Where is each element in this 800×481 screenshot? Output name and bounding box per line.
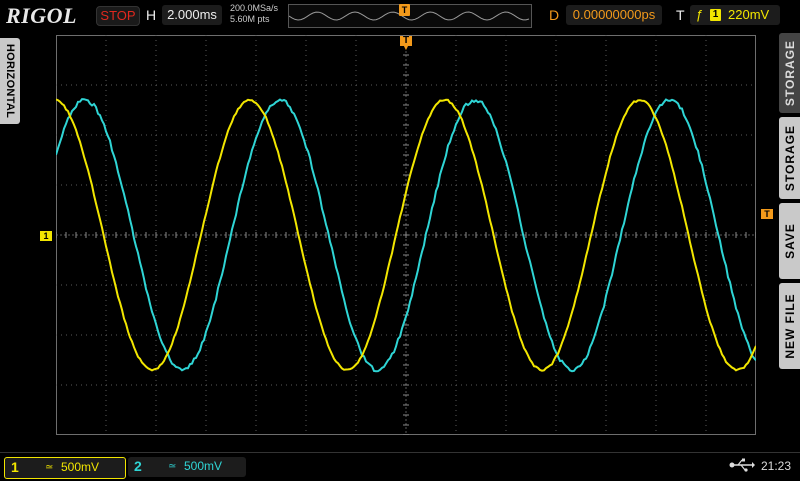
ch1-coupling-icon: ≃ — [45, 462, 53, 473]
brand-logo: RIGOL — [6, 3, 77, 29]
ch1-settings[interactable]: 1 ≃ 500mV — [4, 457, 126, 479]
run-stop-status[interactable]: STOP — [96, 6, 140, 26]
timebase-value[interactable]: 2.000ms — [162, 5, 222, 25]
trigger-settings[interactable]: ƒ 1 220mV — [690, 5, 780, 25]
ch2-scale: 500mV — [184, 459, 222, 473]
memory-depth: 5.60M pts — [230, 14, 278, 25]
menu-storage-1-label: STORAGE — [783, 40, 797, 106]
ch1-number: 1 — [11, 459, 19, 475]
menu-new-file[interactable]: NEW FILE — [779, 283, 800, 369]
clock: 21:23 — [761, 459, 791, 473]
top-status-bar: RIGOL STOP H 2.000ms 200.0MSa/s 5.60M pt… — [0, 0, 800, 32]
horizontal-label: H — [146, 7, 156, 23]
rising-edge-icon: ƒ — [696, 7, 706, 23]
menu-storage-2-label: STORAGE — [783, 125, 797, 191]
menu-storage-2[interactable]: STORAGE — [779, 117, 800, 199]
delay-value[interactable]: 0.00000000ps — [566, 5, 662, 25]
ch1-ground-marker[interactable]: 1 — [40, 231, 52, 241]
bottom-status-bar: 1 ≃ 500mV 2 ≃ 500mV — [0, 452, 800, 481]
ch2-settings[interactable]: 2 ≃ 500mV — [128, 457, 246, 477]
ch1-scale: 500mV — [61, 460, 99, 474]
sample-info: 200.0MSa/s 5.60M pts — [230, 3, 278, 25]
trigger-label: T — [676, 7, 685, 23]
usb-icon — [729, 458, 757, 472]
memory-overview — [288, 4, 532, 28]
delay-label: D — [549, 7, 559, 23]
horizontal-tab-label: HORIZONTAL — [4, 44, 16, 118]
trigger-position-badge: T — [399, 4, 410, 16]
menu-save-label: SAVE — [783, 223, 797, 259]
menu-new-file-label: NEW FILE — [783, 293, 797, 358]
waveform-display[interactable] — [56, 35, 756, 435]
horizontal-tab[interactable]: HORIZONTAL — [0, 38, 20, 124]
trigger-source-badge: 1 — [710, 9, 721, 21]
menu-save[interactable]: SAVE — [779, 203, 800, 279]
trigger-position-marker[interactable]: T ▼ — [400, 36, 412, 50]
ch2-coupling-icon: ≃ — [168, 461, 176, 472]
sample-rate: 200.0MSa/s — [230, 3, 278, 14]
trigger-level-marker[interactable]: T — [761, 209, 773, 219]
ch2-number: 2 — [134, 458, 142, 474]
waveform-grid — [56, 35, 756, 435]
trigger-level: 220mV — [728, 5, 769, 25]
menu-storage-1[interactable]: STORAGE — [779, 33, 800, 113]
memory-waveform-icon — [289, 5, 531, 27]
down-arrow-icon: ▼ — [400, 46, 412, 51]
